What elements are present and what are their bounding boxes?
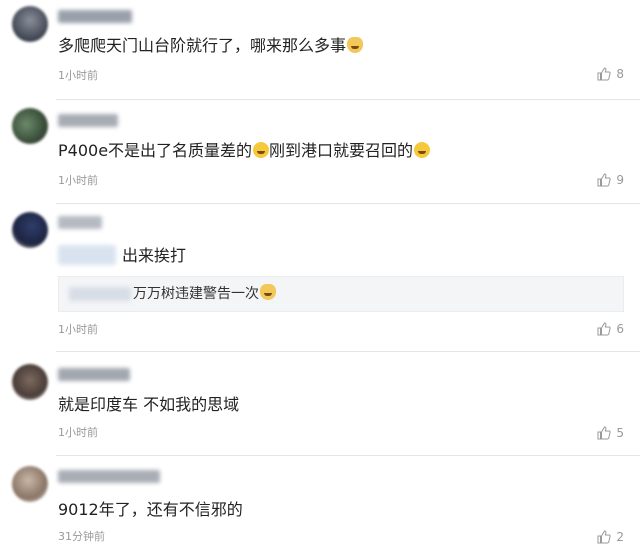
thumbs-up-icon	[597, 426, 612, 440]
avatar[interactable]	[12, 364, 48, 400]
username-blurred[interactable]	[58, 114, 118, 127]
quoted-username-blurred[interactable]	[69, 287, 131, 301]
comment-item: P400e不是出了名质量差的 刚到港口就要召回的 1小时前 9	[0, 100, 640, 204]
comment-text: P400e不是出了名质量差的 刚到港口就要召回的	[58, 140, 431, 162]
like-count: 8	[616, 67, 624, 81]
like-count: 5	[616, 426, 624, 440]
thumbs-up-icon	[597, 173, 612, 187]
avatar[interactable]	[12, 466, 48, 502]
avatar[interactable]	[12, 108, 48, 144]
thumbs-up-icon	[597, 322, 612, 336]
like-count: 2	[616, 530, 624, 544]
like-button[interactable]: 2	[597, 530, 624, 544]
thumbs-up-icon	[597, 67, 612, 81]
comment-item: 出来挨打 万万树违建警告一次 1小时前 6	[0, 204, 640, 352]
username-blurred[interactable]	[58, 368, 130, 381]
avatar[interactable]	[12, 6, 48, 42]
quoted-text: 万万树违建警告一次	[133, 284, 276, 304]
comment-time: 1小时前	[58, 174, 98, 187]
comment-time: 1小时前	[58, 426, 98, 439]
like-count: 6	[616, 322, 624, 336]
comment-text: 就是印度车 不如我的思域	[58, 395, 240, 414]
username-blurred[interactable]	[58, 216, 102, 229]
comment-time: 31分钟前	[58, 530, 105, 543]
like-button[interactable]: 9	[597, 173, 624, 187]
comment-text: 多爬爬天门山台阶就行了，哪来那么多事	[58, 35, 364, 57]
like-button[interactable]: 5	[597, 426, 624, 440]
comment-time: 1小时前	[58, 69, 98, 82]
comment-item: 多爬爬天门山台阶就行了，哪来那么多事 1小时前 8	[0, 0, 640, 100]
quoted-reply[interactable]: 万万树违建警告一次	[58, 276, 624, 312]
comment-time: 1小时前	[58, 323, 98, 336]
cat-emoji-icon	[347, 37, 364, 53]
comment-item: 9012年了，还有不信邪的 31分钟前 2	[0, 456, 640, 546]
like-count: 9	[616, 173, 624, 187]
cat-emoji-icon	[260, 284, 276, 300]
username-blurred[interactable]	[58, 470, 160, 483]
avatar[interactable]	[12, 212, 48, 248]
laugh-cry-emoji-icon	[253, 142, 270, 158]
like-button[interactable]: 6	[597, 322, 624, 336]
thumbs-up-icon	[597, 530, 612, 544]
comment-text: 出来挨打	[58, 245, 186, 267]
username-blurred[interactable]	[58, 10, 132, 23]
mention-blurred[interactable]	[58, 245, 116, 265]
comment-text: 9012年了，还有不信邪的	[58, 500, 243, 519]
laugh-cry-emoji-icon	[414, 142, 431, 158]
comment-item: 就是印度车 不如我的思域 1小时前 5	[0, 352, 640, 456]
like-button[interactable]: 8	[597, 67, 624, 81]
